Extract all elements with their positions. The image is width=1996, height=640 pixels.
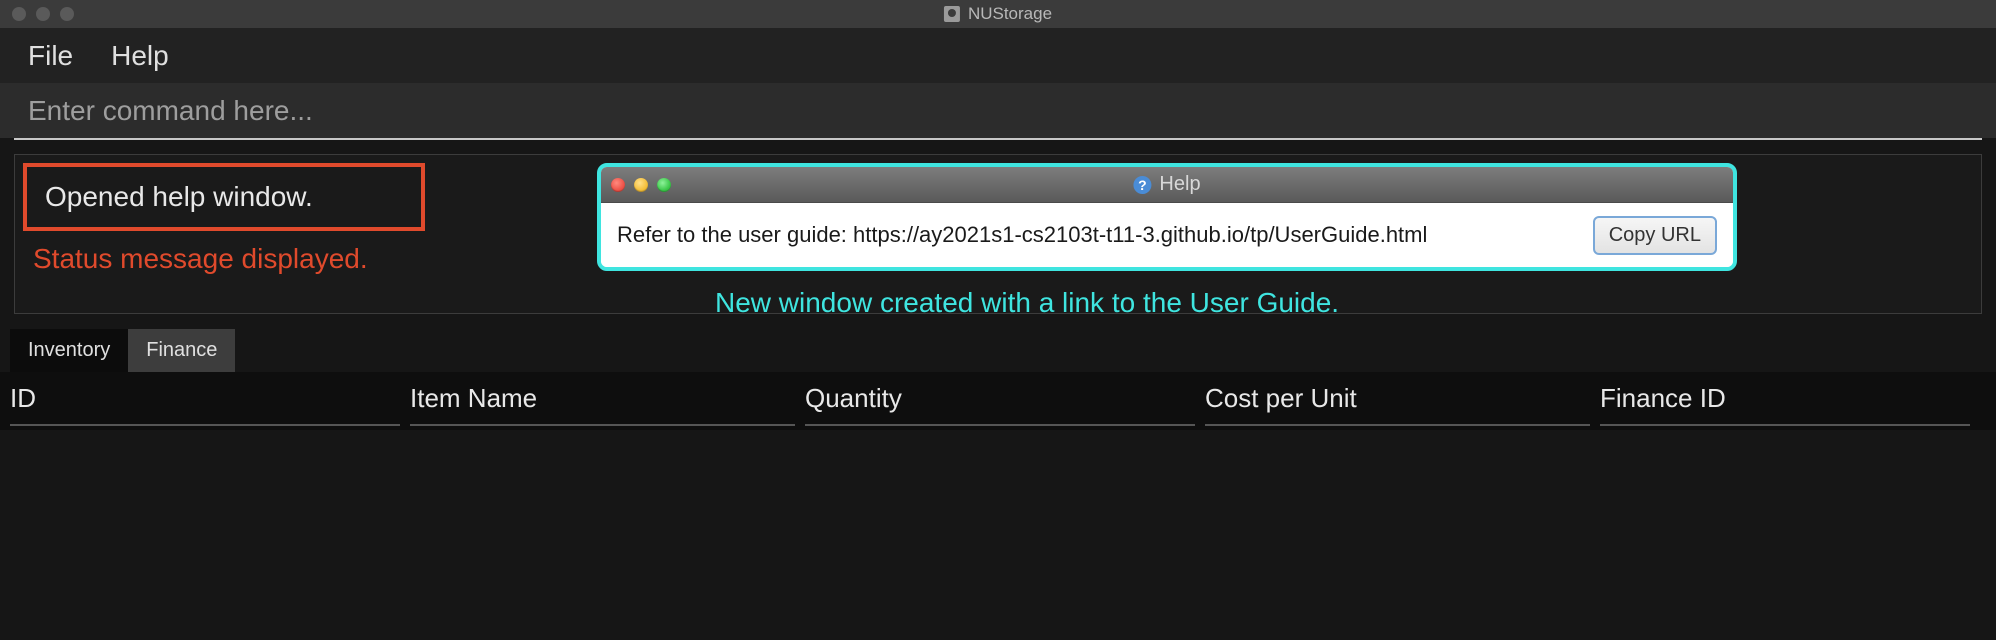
annotation-status: Status message displayed. (33, 243, 368, 275)
command-row (0, 83, 1996, 138)
table-headers: ID Item Name Quantity Cost per Unit Fina… (0, 372, 1996, 430)
help-question-icon: ? (1133, 176, 1151, 194)
help-window-title: ? Help (1133, 173, 1200, 196)
th-quantity: Quantity (805, 383, 1205, 420)
command-input[interactable] (28, 95, 1968, 127)
status-message-text: Opened help window. (45, 181, 313, 213)
help-window-body: Refer to the user guide: https://ay2021s… (601, 203, 1733, 267)
status-message-highlight: Opened help window. (23, 163, 425, 231)
tab-inventory[interactable]: Inventory (10, 329, 128, 372)
status-area: Opened help window. Status message displ… (14, 154, 1982, 314)
tab-finance[interactable]: Finance (128, 329, 235, 372)
zoom-icon[interactable] (657, 178, 671, 192)
th-cost-per-unit: Cost per Unit (1205, 383, 1600, 420)
window-title: NUStorage (944, 4, 1052, 24)
help-title-text: Help (1159, 173, 1200, 196)
help-window: ? Help Refer to the user guide: https://… (597, 163, 1737, 271)
table-body (0, 430, 1996, 640)
tabs-row: Inventory Finance (0, 328, 1996, 372)
th-finance-id: Finance ID (1600, 383, 1980, 420)
help-window-titlebar: ? Help (601, 167, 1733, 203)
help-window-controls (611, 178, 671, 192)
minimize-icon[interactable] (634, 178, 648, 192)
help-text: Refer to the user guide: https://ay2021s… (617, 222, 1427, 248)
th-item-name: Item Name (410, 383, 805, 420)
th-id: ID (10, 383, 410, 420)
app-icon (944, 6, 960, 22)
menu-file[interactable]: File (28, 40, 73, 72)
annotation-help-window: New window created with a link to the Us… (715, 287, 1339, 319)
menu-help[interactable]: Help (111, 40, 169, 72)
close-dot[interactable] (12, 7, 26, 21)
copy-url-button[interactable]: Copy URL (1593, 216, 1717, 255)
command-underline (14, 138, 1982, 140)
menubar: File Help (0, 28, 1996, 83)
window-controls (0, 7, 74, 21)
window-titlebar: NUStorage (0, 0, 1996, 28)
close-icon[interactable] (611, 178, 625, 192)
minimize-dot[interactable] (36, 7, 50, 21)
zoom-dot[interactable] (60, 7, 74, 21)
window-title-text: NUStorage (968, 4, 1052, 24)
